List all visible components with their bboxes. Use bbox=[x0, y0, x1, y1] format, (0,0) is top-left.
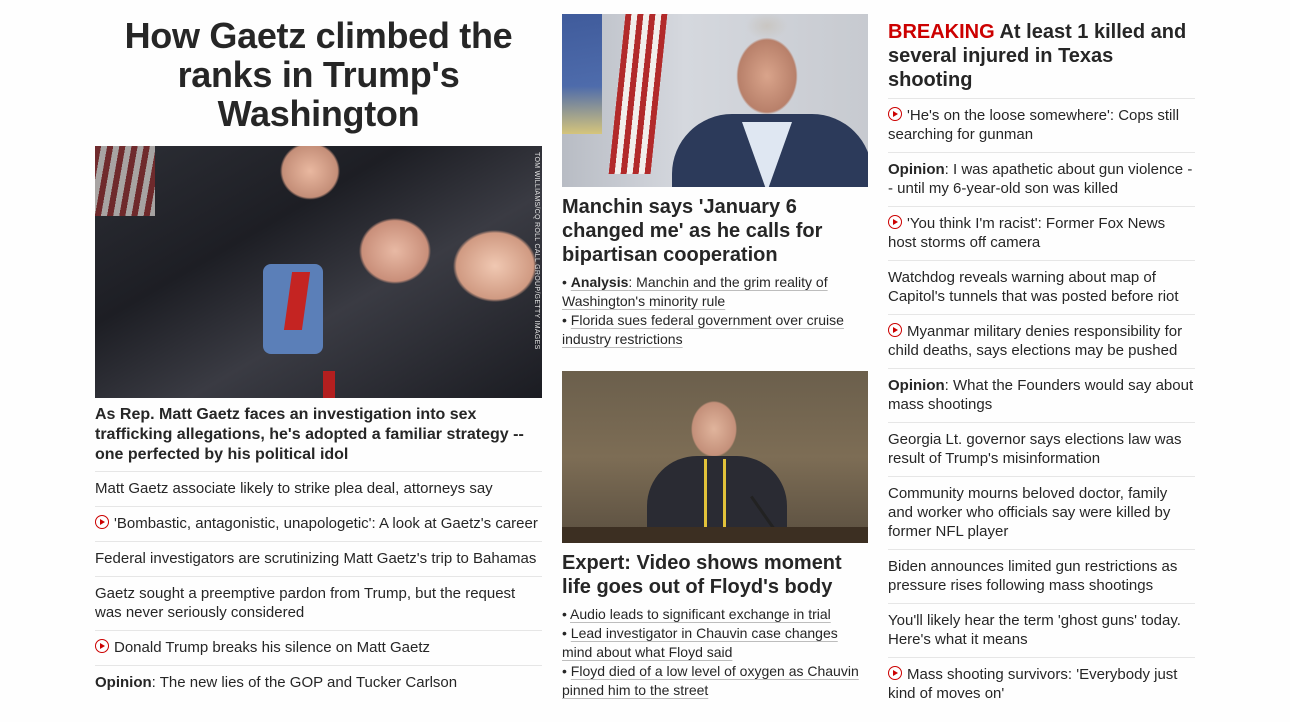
list-item-text: Matt Gaetz associate likely to strike pl… bbox=[95, 480, 493, 497]
list-item-text: : The new lies of the GOP and Tucker Car… bbox=[151, 674, 458, 691]
list-item[interactable]: 'He's on the loose somewhere': Cops stil… bbox=[888, 99, 1195, 153]
list-item[interactable]: 'You think I'm racist': Former Fox News … bbox=[888, 207, 1195, 261]
lead-headline[interactable]: How Gaetz climbed the ranks in Trump's W… bbox=[95, 14, 542, 133]
list-item[interactable]: • Lead investigator in Chauvin case chan… bbox=[562, 624, 868, 662]
list-item[interactable]: Gaetz sought a preemptive pardon from Tr… bbox=[95, 577, 542, 631]
list-item-text: Myanmar military denies responsibility f… bbox=[888, 323, 1183, 359]
list-item-text: Community mourns beloved doctor, family … bbox=[888, 485, 1171, 540]
play-circle-icon bbox=[888, 215, 902, 229]
photo-credit: TOM WILLIAMS/CQ ROLL CALL GROUP/GETTY IM… bbox=[533, 152, 540, 350]
list-item[interactable]: • Floyd died of a low level of oxygen as… bbox=[562, 662, 868, 700]
list-item[interactable]: Opinion: What the Founders would say abo… bbox=[888, 369, 1195, 423]
related-link[interactable]: Analysis: Manchin and the grim reality o… bbox=[562, 274, 828, 309]
related-link[interactable]: Audio leads to significant exchange in t… bbox=[570, 606, 831, 622]
list-item[interactable]: You'll likely hear the term 'ghost guns'… bbox=[888, 604, 1195, 658]
analysis-label: Analysis bbox=[570, 274, 629, 290]
opinion-label: Opinion bbox=[888, 377, 945, 394]
list-item[interactable]: Opinion: The new lies of the GOP and Tuc… bbox=[95, 666, 542, 700]
lead-story-photo[interactable]: TOM WILLIAMS/CQ ROLL CALL GROUP/GETTY IM… bbox=[95, 146, 542, 398]
play-circle-icon bbox=[888, 107, 902, 121]
list-item-text: You'll likely hear the term 'ghost guns'… bbox=[888, 612, 1181, 648]
manchin-photo[interactable] bbox=[562, 14, 868, 187]
manchin-related-list: • Analysis: Manchin and the grim reality… bbox=[562, 273, 868, 349]
photo-flag-detail bbox=[562, 14, 602, 134]
list-item-text: Georgia Lt. governor says elections law … bbox=[888, 431, 1182, 467]
list-item[interactable]: 'Bombastic, antagonistic, unapologetic':… bbox=[95, 507, 542, 542]
list-item-text: Donald Trump breaks his silence on Matt … bbox=[114, 639, 430, 656]
list-item-text: 'You think I'm racist': Former Fox News … bbox=[888, 215, 1166, 251]
related-link[interactable]: Florida sues federal government over cru… bbox=[562, 312, 844, 347]
photo-desk-detail bbox=[562, 527, 868, 543]
list-item[interactable]: Mass shooting survivors: 'Everybody just… bbox=[888, 658, 1195, 711]
breaking-headline[interactable]: BREAKING At least 1 killed and several i… bbox=[888, 14, 1195, 99]
play-circle-icon bbox=[888, 323, 902, 337]
list-item[interactable]: Biden announces limited gun restrictions… bbox=[888, 550, 1195, 604]
breaking-related-list: 'He's on the loose somewhere': Cops stil… bbox=[888, 99, 1195, 711]
list-item-text: 'He's on the loose somewhere': Cops stil… bbox=[888, 107, 1180, 143]
play-circle-icon bbox=[95, 639, 109, 653]
expert-headline[interactable]: Expert: Video shows moment life goes out… bbox=[562, 551, 868, 599]
list-item[interactable]: Myanmar military denies responsibility f… bbox=[888, 315, 1195, 369]
list-item[interactable]: • Audio leads to significant exchange in… bbox=[562, 605, 868, 624]
list-item[interactable]: Community mourns beloved doctor, family … bbox=[888, 477, 1195, 550]
breaking-tag: BREAKING bbox=[888, 21, 995, 43]
list-item[interactable]: • Florida sues federal government over c… bbox=[562, 311, 868, 349]
breaking-news-column: BREAKING At least 1 killed and several i… bbox=[888, 14, 1195, 711]
related-link[interactable]: Floyd died of a low level of oxygen as C… bbox=[562, 663, 859, 698]
opinion-label: Opinion bbox=[95, 674, 152, 691]
secondary-stories-column: Manchin says 'January 6 changed me' as h… bbox=[562, 14, 868, 700]
play-circle-icon bbox=[95, 515, 109, 529]
list-item[interactable]: Watchdog reveals warning about map of Ca… bbox=[888, 261, 1195, 315]
photo-flag-detail bbox=[95, 146, 155, 216]
list-item-text: 'Bombastic, antagonistic, unapologetic':… bbox=[114, 515, 538, 532]
floyd-related-list: • Audio leads to significant exchange in… bbox=[562, 605, 868, 700]
opinion-label: Opinion bbox=[888, 161, 945, 178]
play-circle-icon bbox=[888, 666, 902, 680]
list-item[interactable]: Opinion: I was apathetic about gun viole… bbox=[888, 153, 1195, 207]
list-item-text: Biden announces limited gun restrictions… bbox=[888, 558, 1178, 594]
lead-story-column: How Gaetz climbed the ranks in Trump's W… bbox=[95, 14, 542, 700]
list-item[interactable]: • Analysis: Manchin and the grim reality… bbox=[562, 273, 868, 311]
list-item[interactable]: Donald Trump breaks his silence on Matt … bbox=[95, 631, 542, 666]
list-item[interactable]: Federal investigators are scrutinizing M… bbox=[95, 542, 542, 577]
photo-tie-detail-2 bbox=[323, 371, 335, 398]
lead-subheadline[interactable]: As Rep. Matt Gaetz faces an investigatio… bbox=[95, 405, 542, 472]
list-item-text: Federal investigators are scrutinizing M… bbox=[95, 550, 537, 567]
expert-photo[interactable] bbox=[562, 371, 868, 543]
manchin-headline[interactable]: Manchin says 'January 6 changed me' as h… bbox=[562, 195, 868, 267]
photo-flag-detail-2 bbox=[608, 14, 668, 174]
list-item-text: Mass shooting survivors: 'Everybody just… bbox=[888, 666, 1178, 702]
list-item[interactable]: Georgia Lt. governor says elections law … bbox=[888, 423, 1195, 477]
lead-related-list: Matt Gaetz associate likely to strike pl… bbox=[95, 472, 542, 700]
list-item-text: Watchdog reveals warning about map of Ca… bbox=[888, 269, 1179, 305]
related-link[interactable]: Lead investigator in Chauvin case change… bbox=[562, 625, 838, 660]
list-item[interactable]: Matt Gaetz associate likely to strike pl… bbox=[95, 472, 542, 507]
list-item-text: Gaetz sought a preemptive pardon from Tr… bbox=[95, 585, 516, 621]
